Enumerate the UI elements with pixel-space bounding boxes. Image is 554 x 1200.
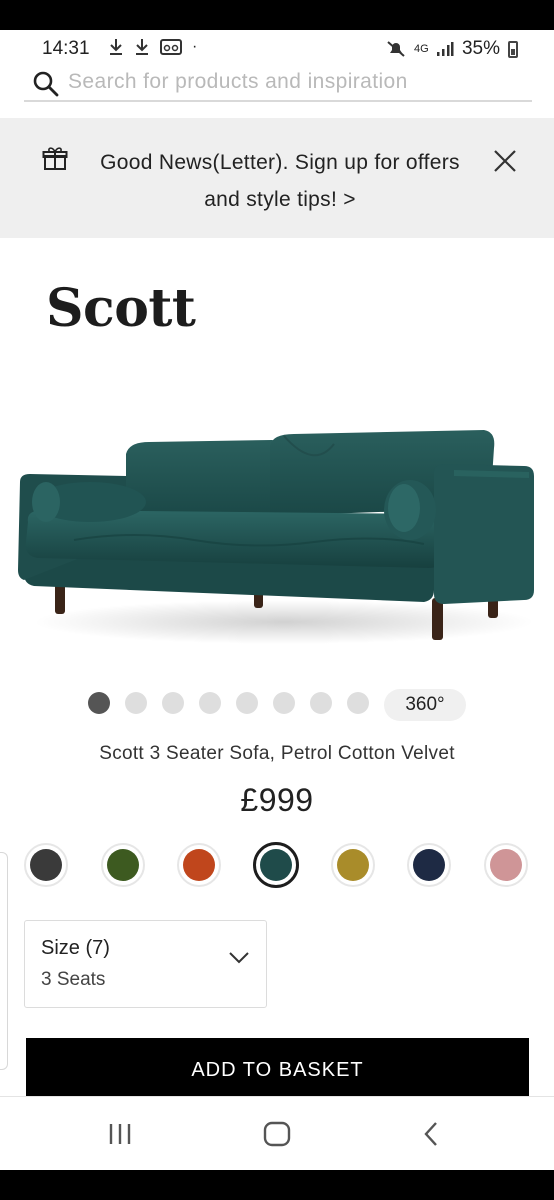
color-swatch-mustard[interactable] <box>330 843 375 887</box>
swatch-color-fill <box>336 849 369 881</box>
size-value: 3 Seats <box>41 969 106 990</box>
back-icon[interactable] <box>412 1119 452 1149</box>
size-label: Size (7) <box>41 937 110 959</box>
size-select[interactable]: Size (7) 3 Seats <box>24 920 267 1008</box>
color-swatch-petrol[interactable] <box>253 842 299 888</box>
color-swatch-burnt-orange[interactable] <box>177 843 222 887</box>
carousel-dot[interactable] <box>347 692 369 714</box>
view-360-button[interactable]: 360° <box>384 689 466 721</box>
status-bar: 14:31 · 4G 35% <box>0 30 554 70</box>
color-swatch-navy[interactable] <box>407 843 452 887</box>
dot-icon: · <box>192 38 198 55</box>
swatch-color-fill <box>490 849 522 881</box>
sofa-image[interactable] <box>14 390 544 650</box>
carousel-dot[interactable] <box>125 692 147 714</box>
color-swatch-olive[interactable] <box>100 843 145 887</box>
status-time: 14:31 <box>42 38 90 59</box>
product-price: £999 <box>240 782 314 818</box>
close-icon[interactable] <box>492 148 518 174</box>
battery-level: 35% <box>461 38 500 59</box>
color-swatch-charcoal[interactable] <box>24 843 68 887</box>
carousel-dot[interactable] <box>273 692 295 714</box>
status-system-icons: 4G 35% <box>386 38 518 60</box>
recent-apps-icon[interactable] <box>100 1119 140 1149</box>
color-swatches <box>24 841 528 889</box>
signal-icon <box>436 42 454 56</box>
add-to-basket-button[interactable]: ADD TO BASKET <box>26 1038 529 1098</box>
mute-icon <box>387 41 405 57</box>
network-type: 4G <box>413 43 429 55</box>
carousel-dot[interactable] <box>236 692 258 714</box>
swatch-color-fill <box>30 849 62 881</box>
swatch-color-fill <box>260 849 292 881</box>
image-carousel-dots <box>88 692 369 714</box>
newsletter-message[interactable]: Good News(Letter). Sign up for offers an… <box>80 144 480 218</box>
battery-icon <box>508 40 518 58</box>
status-notification-icons: · <box>108 38 197 56</box>
search-icon[interactable] <box>32 70 60 98</box>
download-icon <box>136 39 148 55</box>
search-bar[interactable] <box>24 66 532 102</box>
swatch-color-fill <box>106 849 139 881</box>
voicemail-icon <box>160 39 182 55</box>
chevron-down-icon <box>229 952 249 964</box>
search-input[interactable] <box>68 66 518 98</box>
color-swatch-blush-pink[interactable] <box>484 843 528 887</box>
gift-icon <box>42 147 68 170</box>
side-drawer-edge[interactable] <box>0 852 8 1070</box>
carousel-dot[interactable] <box>310 692 332 714</box>
product-title: Scott <box>46 278 196 339</box>
carousel-dot[interactable] <box>88 692 110 714</box>
carousel-dot[interactable] <box>162 692 184 714</box>
home-icon[interactable] <box>257 1119 297 1149</box>
product-name: Scott 3 Seater Sofa, Petrol Cotton Velve… <box>99 743 455 764</box>
download-icon <box>110 39 122 55</box>
app-screen: 14:31 · 4G 35% Good News(Letter). Sign u… <box>0 30 554 1170</box>
newsletter-banner[interactable]: Good News(Letter). Sign up for offers an… <box>0 118 554 238</box>
carousel-dot[interactable] <box>199 692 221 714</box>
swatch-color-fill <box>413 849 446 881</box>
swatch-color-fill <box>183 849 216 881</box>
system-nav-bar <box>0 1096 554 1170</box>
